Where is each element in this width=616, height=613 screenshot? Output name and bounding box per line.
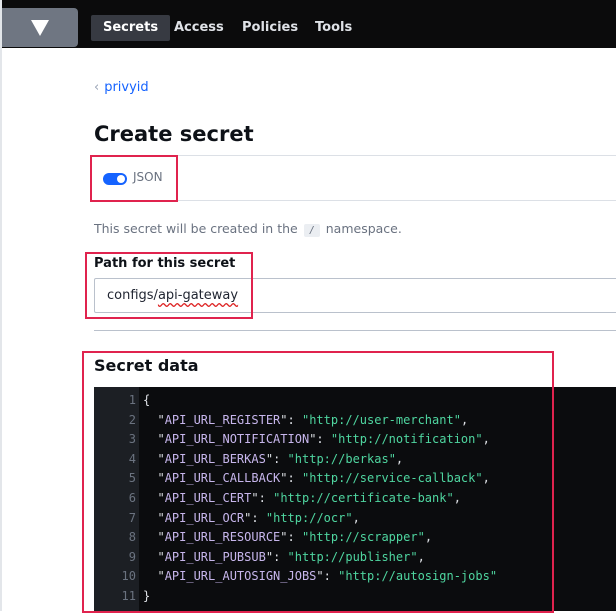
highlight-box-secret-data (82, 351, 554, 613)
namespace-note: This secret will be created in the / names… (94, 221, 402, 237)
highlight-box-json (90, 155, 178, 202)
tab-tools[interactable]: Tools (303, 15, 364, 41)
namespace-value: / (303, 224, 320, 237)
divider (94, 330, 616, 331)
tab-access[interactable]: Access (162, 15, 236, 41)
vault-logo-icon (31, 19, 49, 36)
page-title: Create secret (94, 122, 254, 146)
vault-logo[interactable] (2, 8, 78, 47)
breadcrumb-link[interactable]: privyid (104, 80, 148, 95)
breadcrumb[interactable]: ‹ privyid (94, 80, 149, 95)
namespace-suffix: namespace. (325, 221, 402, 236)
chevron-left-icon: ‹ (94, 80, 100, 95)
namespace-prefix: This secret will be created in the (94, 221, 298, 236)
highlight-box-path (85, 252, 253, 319)
tab-secrets[interactable]: Secrets (91, 15, 171, 41)
tab-policies[interactable]: Policies (230, 15, 310, 41)
top-nav: Secrets Access Policies Tools (2, 0, 616, 48)
